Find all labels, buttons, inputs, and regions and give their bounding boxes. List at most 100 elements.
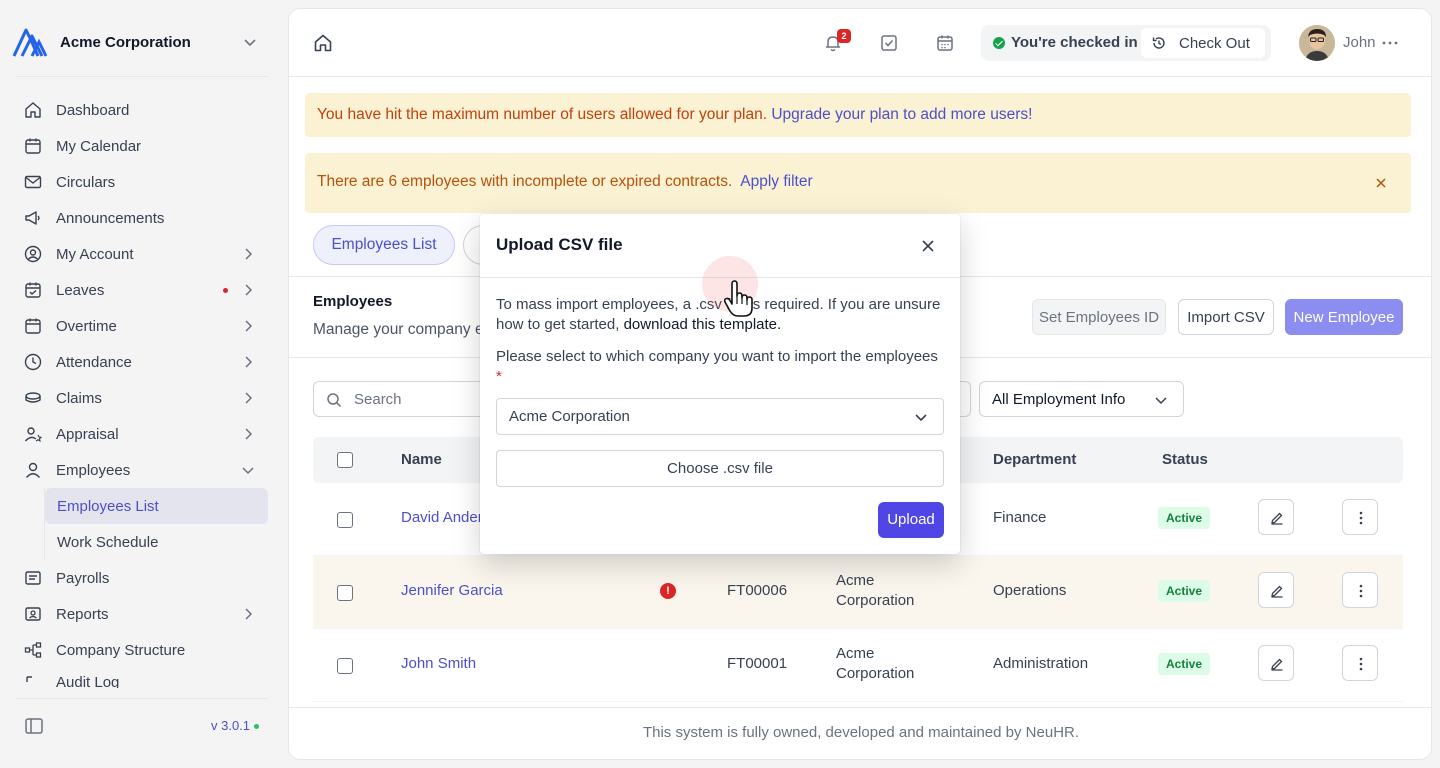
tasks-icon[interactable] [879,33,899,53]
plan-limit-text: You have hit the maximum number of users… [317,106,768,123]
sidebar-item-label: Payrolls [56,569,110,587]
sidebar-item-attendance[interactable]: Attendance [16,344,268,380]
edit-button[interactable] [1258,499,1294,535]
chevron-down-icon[interactable] [240,32,260,52]
contracts-text: There are 6 employees with incomplete or… [317,173,733,190]
sidebar-item-label: Employees [56,461,131,479]
contracts-alert: There are 6 employees with incomplete or… [305,153,1411,213]
employee-company-line2: Corporation [836,665,915,682]
column-header-name[interactable]: Name [401,451,442,468]
avatar[interactable] [1299,25,1335,61]
employee-id: FT00006 [727,582,788,599]
chevron-right-icon [245,356,253,368]
online-status-dot [254,724,259,729]
chevron-right-icon [245,428,253,440]
more-horizontal-icon[interactable] [1381,35,1399,51]
sidebar-item-dashboard[interactable]: Dashboard [16,92,268,128]
status-badge: Active [1158,653,1211,675]
sidebar-item-my-account[interactable]: My Account [16,236,268,272]
company-select-value: Acme Corporation [509,408,630,425]
employee-company-line2: Corporation [836,592,915,609]
sidebar-item-payrolls[interactable]: Payrolls [16,560,268,596]
sidebar-item-reports[interactable]: Reports [16,596,268,632]
choose-file-button[interactable]: Choose .csv file [496,450,944,487]
sidebar-item-label: My Account [56,245,134,263]
mail-icon [24,175,42,189]
close-icon[interactable] [1373,175,1389,191]
modal-title: Upload CSV file [496,235,623,254]
clock-rewind-icon [1152,37,1165,49]
divider [16,698,268,699]
company-switcher[interactable]: Acme Corporation [12,24,268,60]
company-select[interactable]: Acme Corporation [496,398,944,435]
user-name[interactable]: John [1343,34,1376,51]
sidebar-item-circulars[interactable]: Circulars [16,164,268,200]
check-circle-icon [993,37,1005,49]
sidebar-item-announcements[interactable]: Announcements [16,200,268,236]
chevron-right-icon [245,284,253,296]
sidebar-item-audit-log[interactable]: Audit Log [16,668,268,688]
employee-department: Finance [993,509,1047,526]
megaphone-icon [25,211,40,225]
row-checkbox[interactable] [337,512,353,528]
column-header-status[interactable]: Status [1162,451,1208,468]
sidebar-nav: Dashboard My Calendar Circulars Announce… [16,92,268,688]
sidebar-item-leaves[interactable]: Leaves [16,272,268,308]
row-checkbox[interactable] [337,658,353,674]
close-icon[interactable] [918,236,938,256]
edit-button[interactable] [1258,572,1294,608]
more-actions-button[interactable] [1342,572,1378,608]
home-icon[interactable] [313,33,333,53]
sidebar-item-claims[interactable]: Claims [16,380,268,416]
sidebar-item-label: Announcements [56,209,165,227]
sidebar-item-label: Audit Log [56,674,120,688]
tab-employees-list[interactable]: Employees List [313,225,455,265]
chevron-down-icon [915,414,927,422]
chevron-right-icon [245,608,253,620]
notification-dot [223,288,228,293]
sidebar-item-label: Leaves [56,281,105,299]
sidebar-item-label: Reports [56,605,109,623]
sidebar-item-company-structure[interactable]: Company Structure [16,632,268,668]
sidebar-item-label: Overtime [56,317,117,335]
sidebar-item-employees[interactable]: Employees [16,452,268,488]
sidebar-item-overtime[interactable]: Overtime [16,308,268,344]
upgrade-plan-link[interactable]: Upgrade your plan to add more users! [771,106,1032,123]
import-csv-button[interactable]: Import CSV [1178,299,1274,335]
home-icon [25,102,41,118]
set-employees-id-button[interactable]: Set Employees ID [1032,299,1166,335]
new-employee-button[interactable]: New Employee [1285,299,1403,335]
company-name: Acme Corporation [60,33,191,51]
download-template-link[interactable]: download this template. [624,316,782,333]
sidebar-item-label: Appraisal [56,425,119,443]
upload-button[interactable]: Upload [878,502,944,538]
coins-icon [25,392,41,403]
row-checkbox[interactable] [337,585,353,601]
employee-company-line1: Acme [836,572,875,589]
employee-department: Operations [993,582,1067,599]
select-all-checkbox[interactable] [337,452,353,468]
sidebar: Acme Corporation Dashboard My Calendar C… [0,0,280,768]
more-actions-button[interactable] [1342,499,1378,535]
status-badge: Active [1158,580,1211,602]
edit-button[interactable] [1258,645,1294,681]
sidebar-subitem-work-schedule[interactable]: Work Schedule [45,524,268,560]
user-star-icon [24,427,42,443]
warning-icon[interactable]: ! [660,583,676,599]
check-out-button[interactable]: Check Out [1141,28,1265,58]
sidebar-toggle-icon[interactable] [24,716,44,736]
sidebar-item-label: Company Structure [56,641,186,659]
calendar-icon[interactable] [935,33,955,53]
column-header-department[interactable]: Department [993,451,1076,468]
pencil-icon [1271,585,1283,598]
sidebar-subitem-employees-list[interactable]: Employees List [45,488,268,524]
more-vertical-icon [1359,657,1363,671]
sidebar-item-my-calendar[interactable]: My Calendar [16,128,268,164]
employment-info-select[interactable]: All Employment Info [979,381,1184,417]
top-bar: 2 You're checked in Check Out John [289,9,1431,77]
apply-filter-link[interactable]: Apply filter [740,173,812,190]
sidebar-item-appraisal[interactable]: Appraisal [16,416,268,452]
employee-name-link[interactable]: Jennifer Garcia [401,582,503,599]
employee-name-link[interactable]: John Smith [401,655,476,672]
more-actions-button[interactable] [1342,645,1378,681]
